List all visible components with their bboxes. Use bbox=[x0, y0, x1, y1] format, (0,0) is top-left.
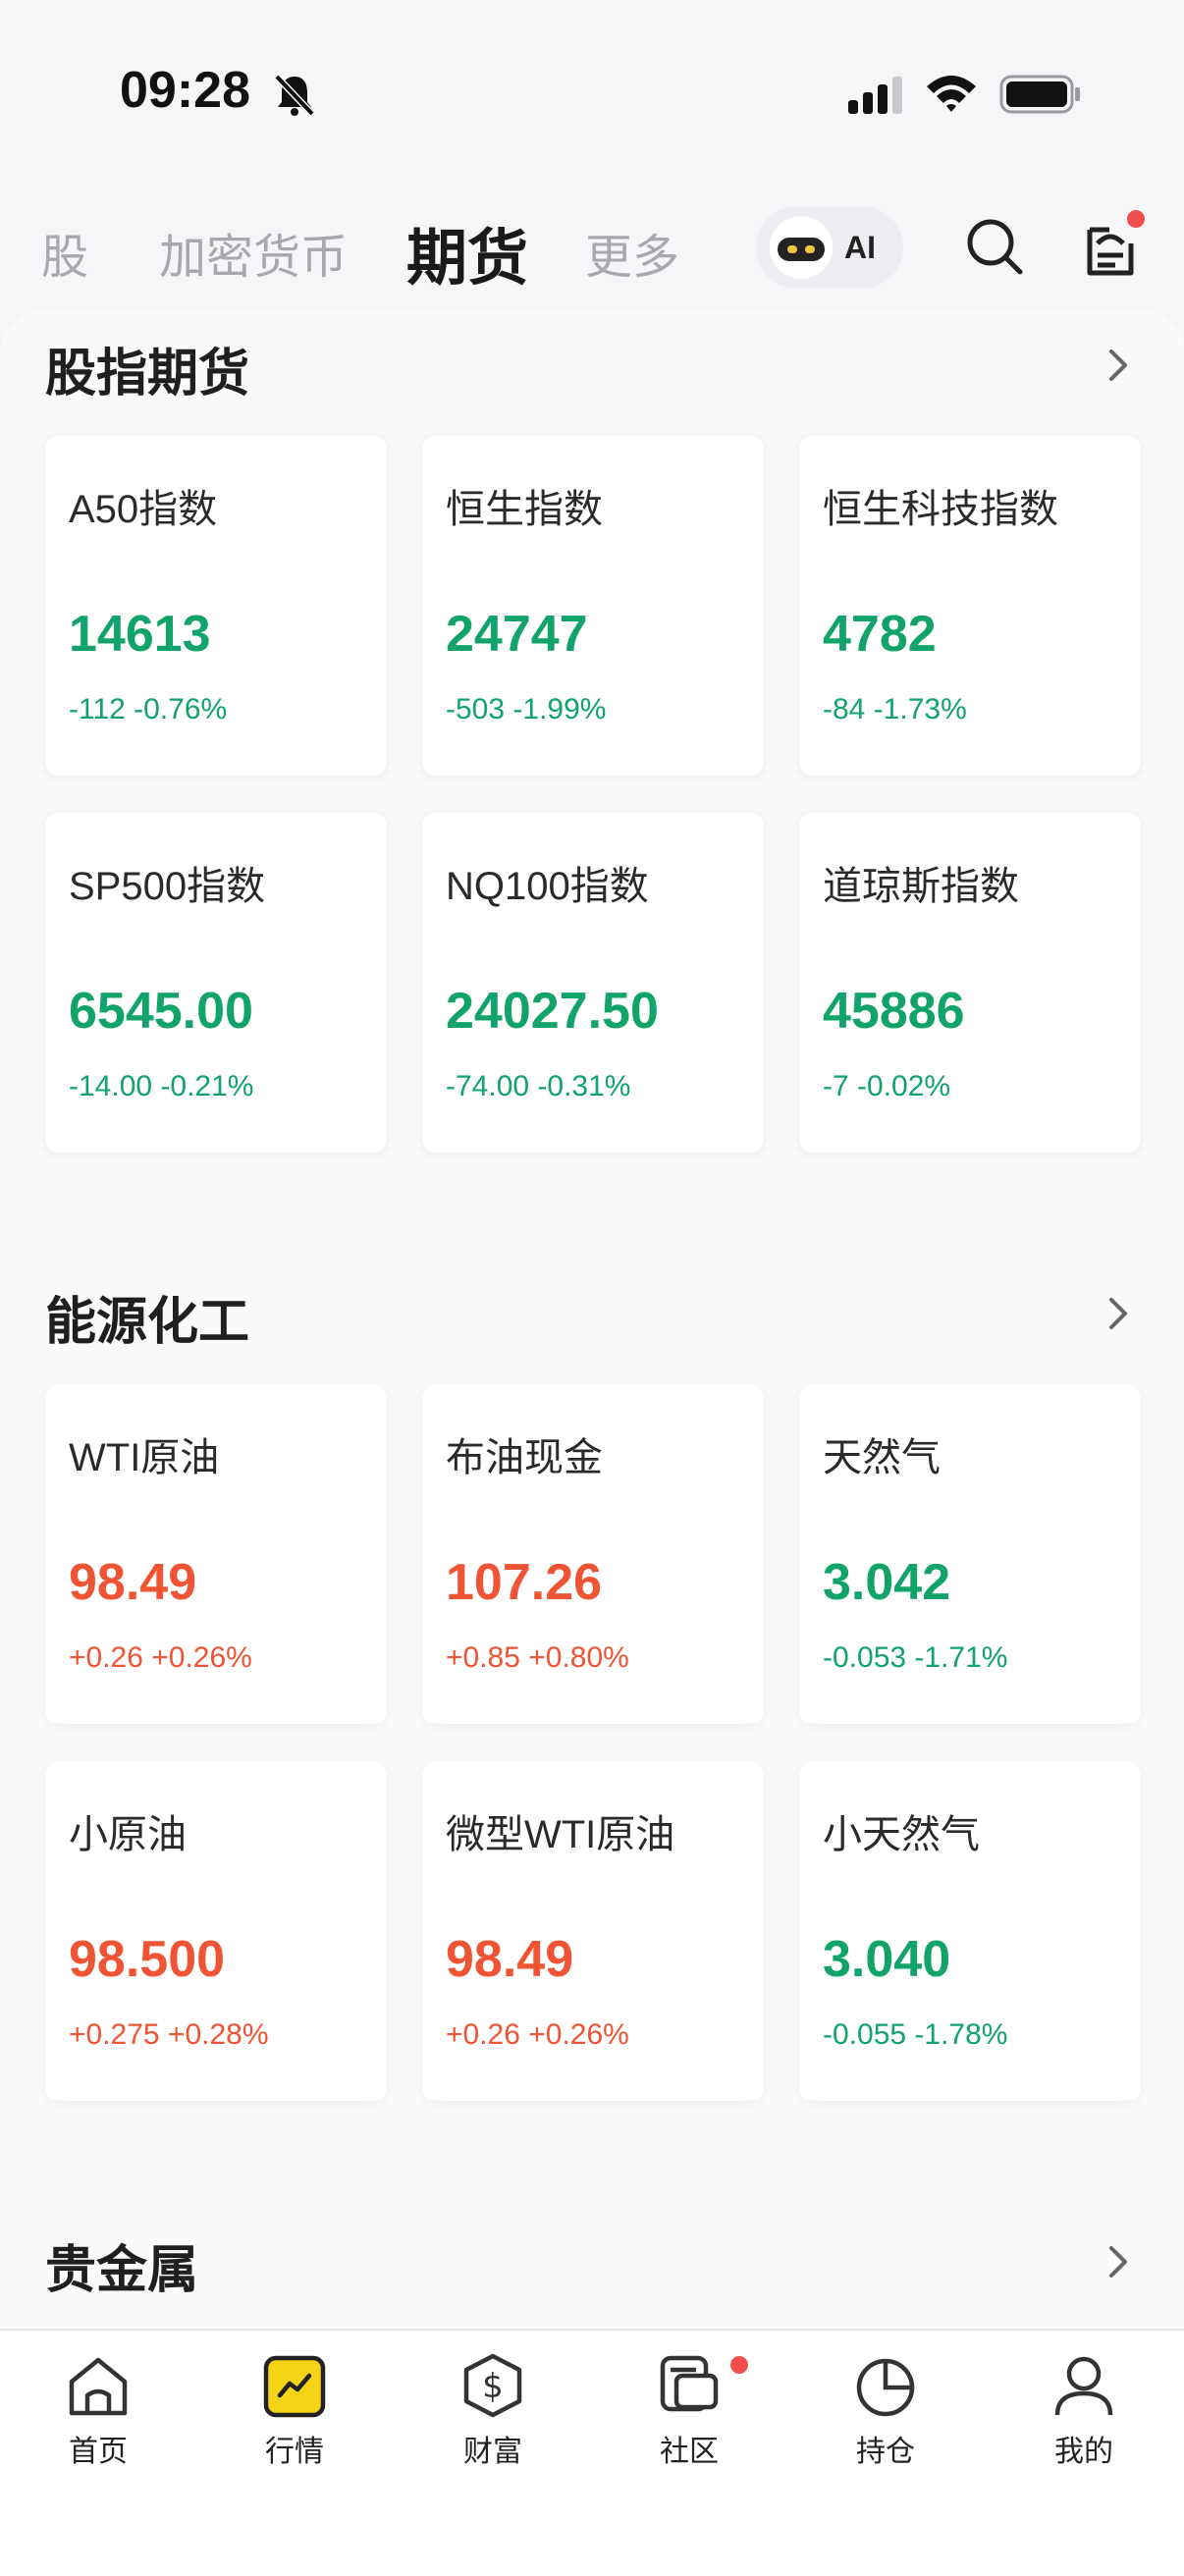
messages-button[interactable] bbox=[1080, 210, 1149, 285]
card-name: A50指数 bbox=[69, 488, 218, 531]
futures-card[interactable]: SP500指数 6545.00 -14.00 -0.21% bbox=[45, 813, 387, 1153]
tab-futures[interactable]: 期货 bbox=[406, 208, 528, 296]
card-change: -74.00 -0.31% bbox=[446, 1070, 631, 1102]
card-price: 3.042 bbox=[823, 1554, 951, 1611]
card-change: -0.053 -1.71% bbox=[823, 1641, 1008, 1674]
ai-label: AI bbox=[844, 230, 876, 265]
section-title-energy-chemicals[interactable]: 能源化工 bbox=[45, 1280, 249, 1354]
card-name: WTI原油 bbox=[69, 1436, 220, 1479]
futures-card[interactable]: NQ100指数 24027.50 -74.00 -0.31% bbox=[422, 813, 764, 1153]
nav-profile-label: 我的 bbox=[1054, 2436, 1113, 2468]
nav-home-label: 首页 bbox=[69, 2436, 128, 2468]
nav-wealth[interactable]: $ 财富 bbox=[424, 2352, 562, 2470]
nav-home[interactable]: 首页 bbox=[29, 2352, 167, 2470]
chevron-right-icon[interactable] bbox=[1105, 1294, 1131, 1333]
card-price: 6545.00 bbox=[69, 983, 253, 1040]
futures-card[interactable]: 微型WTI原油 98.49 +0.26 +0.26% bbox=[422, 1761, 764, 2101]
futures-card[interactable]: 道琼斯指数 45886 -7 -0.02% bbox=[799, 813, 1141, 1153]
card-change: -84 -1.73% bbox=[823, 693, 967, 725]
card-change: -0.055 -1.78% bbox=[823, 2018, 1008, 2051]
futures-card[interactable]: WTI原油 98.49 +0.26 +0.26% bbox=[45, 1384, 387, 1724]
section-title-index-futures[interactable]: 股指期货 bbox=[45, 332, 249, 405]
ai-assistant-button[interactable]: AI bbox=[756, 206, 903, 289]
chevron-right-icon[interactable] bbox=[1105, 346, 1131, 385]
bottom-tab-bar: 首页 行情 $ 财富 社区 持仓 我的 bbox=[0, 2329, 1184, 2576]
nav-market-label: 行情 bbox=[265, 2436, 324, 2468]
card-change: -503 -1.99% bbox=[446, 693, 607, 725]
card-name: 恒生指数 bbox=[446, 488, 603, 531]
card-price: 24747 bbox=[446, 606, 588, 663]
futures-card[interactable]: 布油现金 107.26 +0.85 +0.80% bbox=[422, 1384, 764, 1724]
card-name: 天然气 bbox=[823, 1436, 941, 1479]
status-bar: 09:28 bbox=[0, 0, 1184, 187]
futures-card[interactable]: 恒生科技指数 4782 -84 -1.73% bbox=[799, 436, 1141, 776]
top-tab-bar: 股 加密货币 期货 更多 AI bbox=[0, 196, 1184, 304]
nav-community[interactable]: 社区 bbox=[620, 2352, 758, 2470]
portfolio-icon bbox=[856, 2358, 915, 2417]
notification-badge bbox=[1127, 210, 1145, 228]
card-name: 恒生科技指数 bbox=[823, 488, 1058, 531]
status-time: 09:28 bbox=[120, 62, 250, 119]
bell-muted-icon bbox=[274, 74, 315, 117]
card-price: 98.49 bbox=[69, 1554, 197, 1611]
card-change: -14.00 -0.21% bbox=[69, 1070, 254, 1102]
card-name: 小天然气 bbox=[823, 1813, 980, 1856]
card-name: 道琼斯指数 bbox=[823, 865, 1019, 908]
card-name: 布油现金 bbox=[446, 1436, 603, 1479]
svg-text:$: $ bbox=[482, 2367, 504, 2406]
community-icon bbox=[660, 2355, 719, 2412]
section-title-precious-metals[interactable]: 贵金属 bbox=[45, 2228, 198, 2302]
nav-community-label: 社区 bbox=[660, 2436, 719, 2468]
card-price: 107.26 bbox=[446, 1554, 603, 1611]
community-badge bbox=[730, 2356, 748, 2374]
tab-more[interactable]: 更多 bbox=[585, 218, 679, 287]
home-icon bbox=[69, 2357, 128, 2416]
futures-card[interactable]: 天然气 3.042 -0.053 -1.71% bbox=[799, 1384, 1141, 1724]
nav-portfolio-label: 持仓 bbox=[856, 2436, 915, 2468]
card-change: -7 -0.02% bbox=[823, 1070, 951, 1102]
card-price: 3.040 bbox=[823, 1931, 951, 1988]
wealth-icon: $ bbox=[463, 2353, 522, 2418]
card-name: 小原油 bbox=[69, 1813, 187, 1856]
battery-icon bbox=[999, 75, 1080, 114]
tab-stocks[interactable]: 股 bbox=[41, 218, 88, 287]
card-change: +0.275 +0.28% bbox=[69, 2018, 269, 2051]
futures-card[interactable]: 小原油 98.500 +0.275 +0.28% bbox=[45, 1761, 387, 2101]
nav-market[interactable]: 行情 bbox=[226, 2352, 363, 2470]
card-name: 微型WTI原油 bbox=[446, 1813, 675, 1856]
wifi-icon bbox=[927, 76, 976, 112]
card-change: +0.85 +0.80% bbox=[446, 1641, 629, 1674]
card-change: +0.26 +0.26% bbox=[446, 2018, 629, 2051]
cellular-signal-icon bbox=[848, 77, 902, 114]
profile-icon bbox=[1054, 2356, 1113, 2416]
ai-robot-icon bbox=[770, 216, 833, 279]
card-price: 4782 bbox=[823, 606, 937, 663]
nav-portfolio[interactable]: 持仓 bbox=[817, 2352, 954, 2470]
tab-crypto[interactable]: 加密货币 bbox=[159, 218, 348, 287]
card-price: 98.49 bbox=[446, 1931, 574, 1988]
card-price: 14613 bbox=[69, 606, 211, 663]
card-name: NQ100指数 bbox=[446, 865, 649, 908]
search-icon[interactable] bbox=[964, 216, 1025, 277]
card-name: SP500指数 bbox=[69, 865, 266, 908]
card-price: 98.500 bbox=[69, 1931, 226, 1988]
card-price: 24027.50 bbox=[446, 983, 659, 1040]
market-icon bbox=[263, 2355, 326, 2418]
nav-wealth-label: 财富 bbox=[463, 2436, 522, 2468]
chevron-right-icon[interactable] bbox=[1105, 2242, 1131, 2281]
futures-card[interactable]: A50指数 14613 -112 -0.76% bbox=[45, 436, 387, 776]
card-change: +0.26 +0.26% bbox=[69, 1641, 252, 1674]
futures-card[interactable]: 恒生指数 24747 -503 -1.99% bbox=[422, 436, 764, 776]
nav-profile[interactable]: 我的 bbox=[1015, 2352, 1153, 2470]
futures-card[interactable]: 小天然气 3.040 -0.055 -1.78% bbox=[799, 1761, 1141, 2101]
card-change: -112 -0.76% bbox=[69, 693, 228, 725]
futures-content: 股指期货 A50指数 14613 -112 -0.76% 恒生指数 24747 … bbox=[0, 312, 1184, 2330]
card-price: 45886 bbox=[823, 983, 965, 1040]
